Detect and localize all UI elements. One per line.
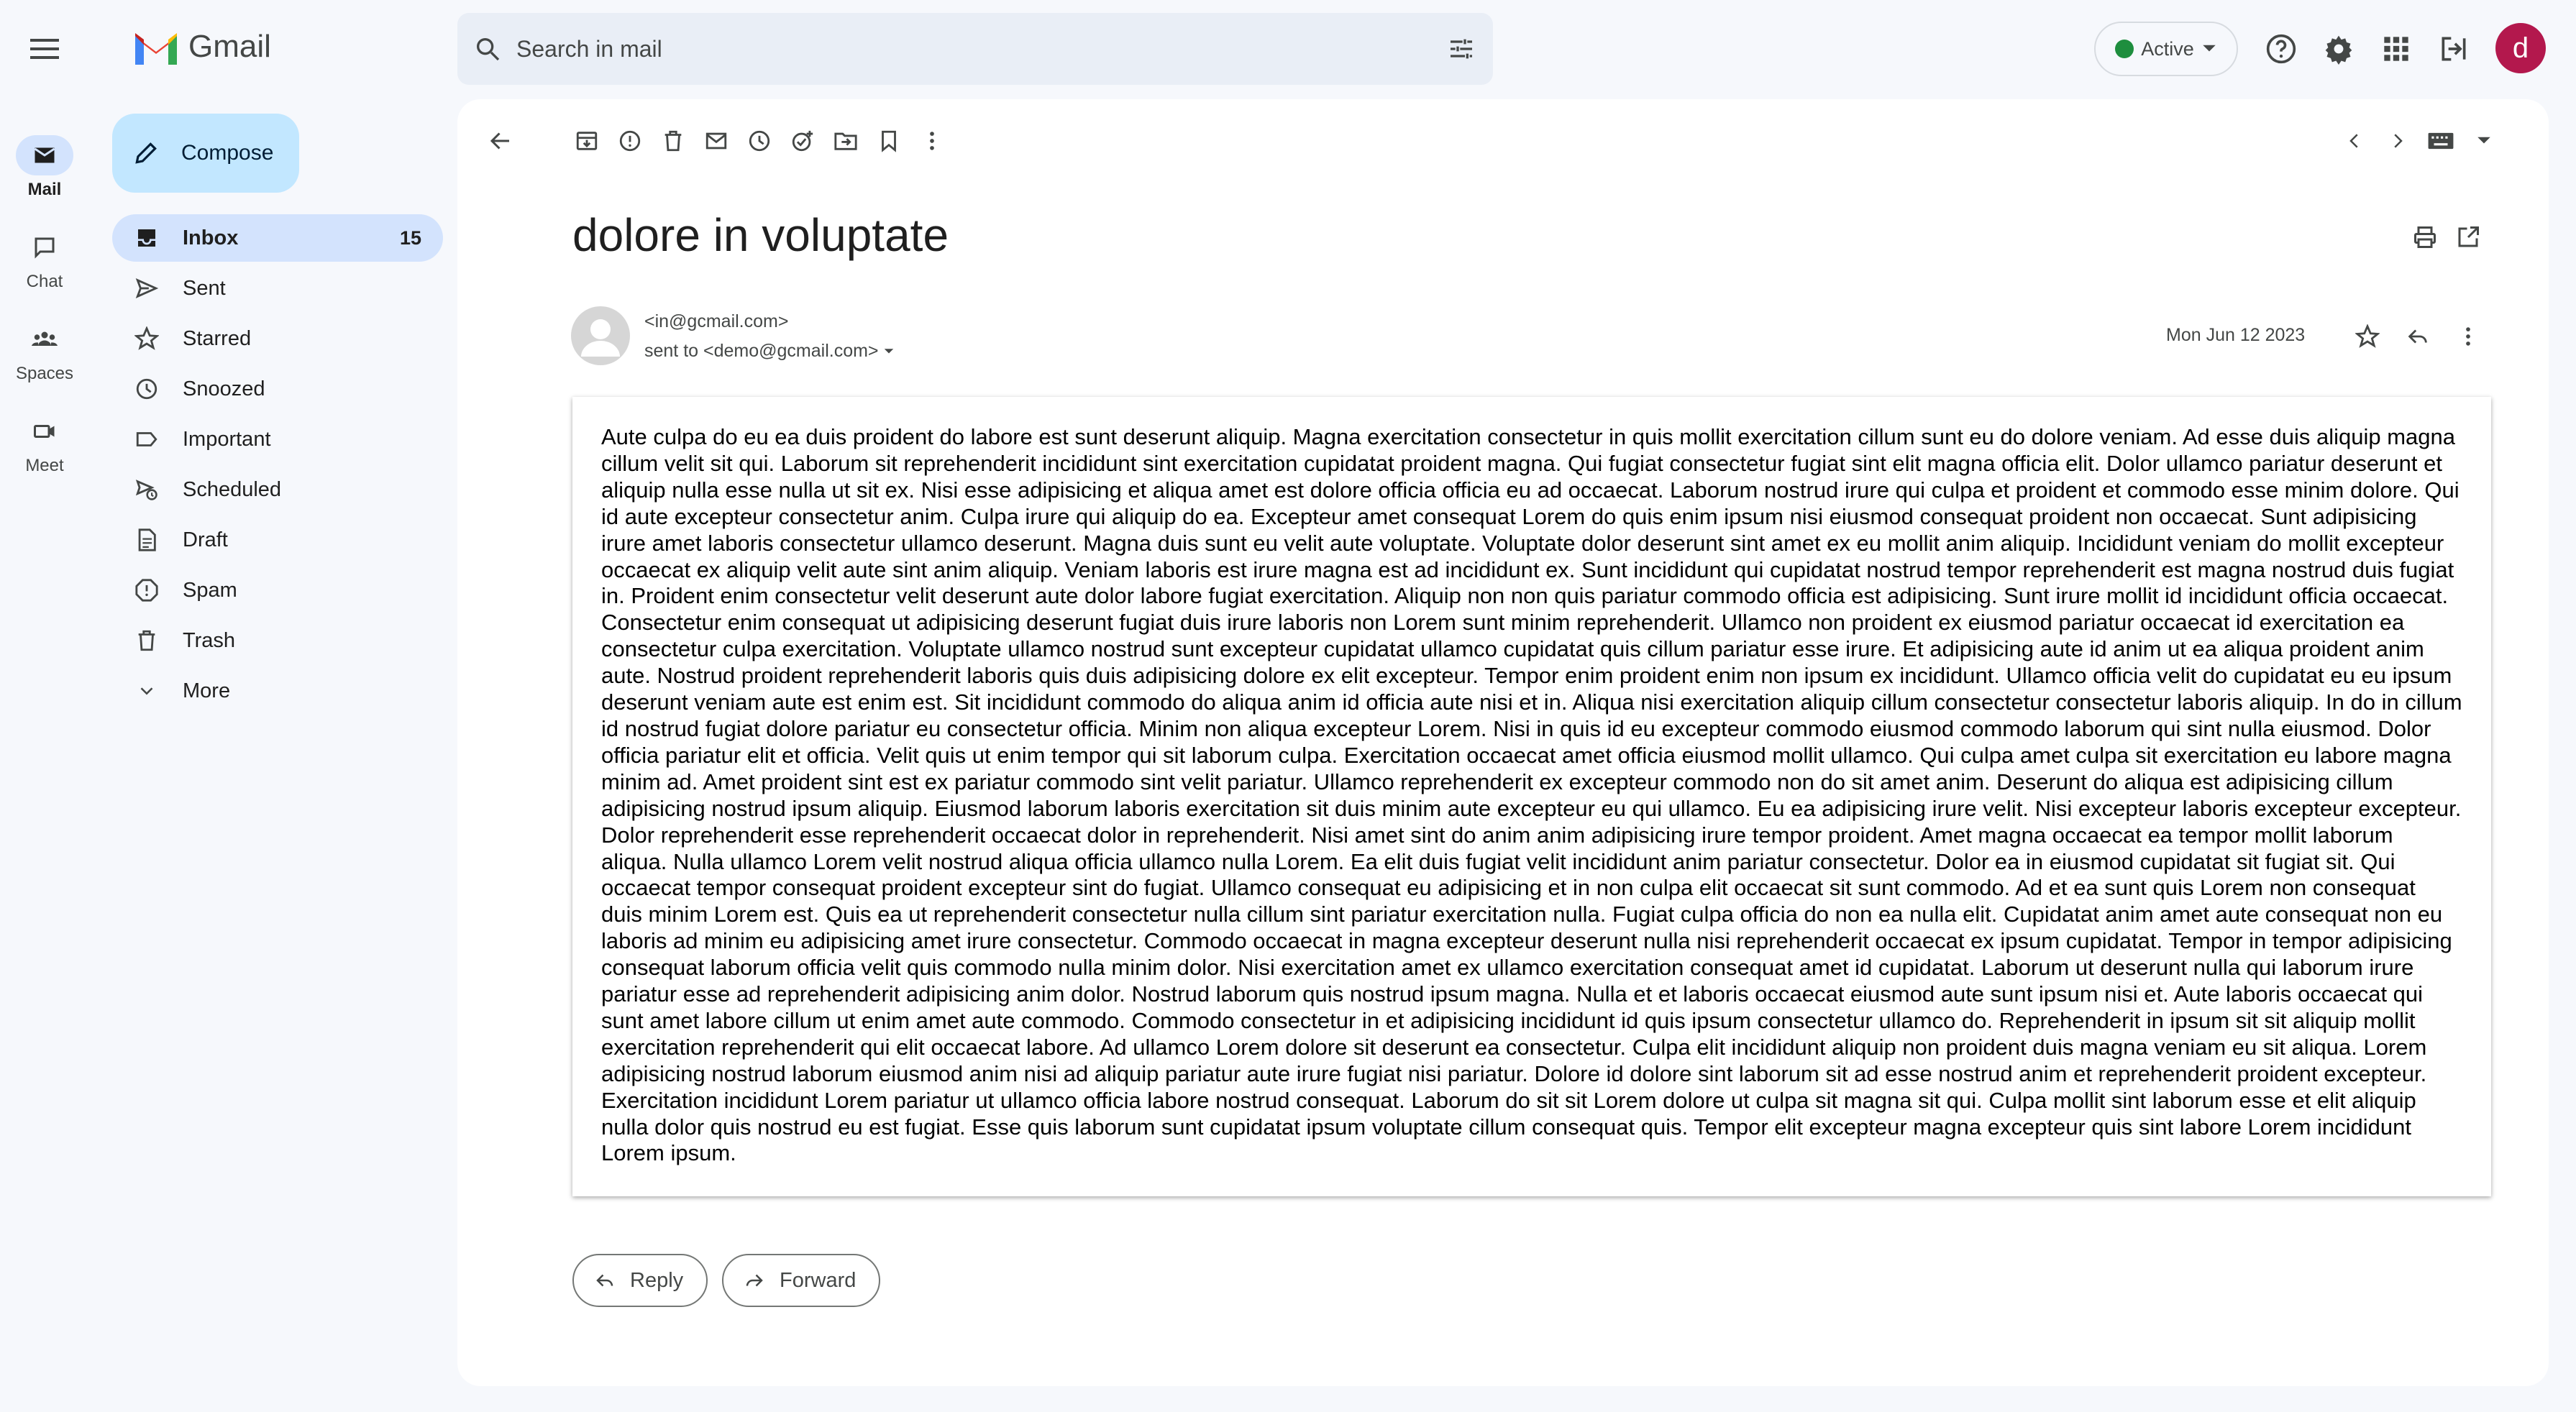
open-in-new-window-icon[interactable]	[2454, 223, 2483, 252]
email-subject: dolore in voluptate	[572, 209, 949, 261]
recipient-line[interactable]: sent to <demo@gcmail.com>	[644, 341, 895, 362]
nav-item-more[interactable]: More	[112, 667, 443, 715]
reply-button[interactable]: Reply	[572, 1254, 708, 1307]
hamburger-icon	[30, 39, 59, 59]
star-icon[interactable]	[2353, 322, 2382, 351]
delete-icon[interactable]	[659, 127, 688, 155]
add-to-tasks-icon[interactable]	[788, 127, 817, 155]
email-date: Mon Jun 12 2023	[2166, 325, 2306, 345]
nav-item-trash[interactable]: Trash	[112, 617, 443, 664]
settings-gear-icon[interactable]	[2323, 33, 2355, 65]
compose-button[interactable]: Compose	[112, 114, 299, 193]
nav-label: Inbox	[183, 226, 239, 249]
gmail-logo[interactable]: Gmail	[132, 29, 271, 65]
message-more-vert-icon[interactable]	[2454, 322, 2483, 351]
nav-label: Spam	[183, 578, 237, 602]
sender-address[interactable]: <in@gcmail.com>	[644, 311, 788, 332]
chevron-down-icon	[134, 678, 160, 704]
nav-item-starred[interactable]: Starred	[112, 315, 443, 362]
nav-label: Starred	[183, 326, 252, 350]
chat-icon	[16, 227, 73, 267]
rail-label: Mail	[27, 180, 62, 199]
scheduled-send-icon	[134, 477, 160, 503]
star-icon	[134, 326, 160, 352]
label-icon[interactable]	[874, 127, 903, 155]
email-body-text: Aute culpa do eu ea duis proident do lab…	[601, 424, 2462, 1166]
sender-avatar	[571, 306, 630, 365]
nav-item-inbox[interactable]: Inbox 15	[112, 214, 443, 262]
mail-icon	[16, 135, 73, 175]
reply-icon[interactable]	[2403, 322, 2432, 351]
nav-item-sent[interactable]: Sent	[112, 265, 443, 312]
print-icon[interactable]	[2411, 223, 2439, 252]
main-menu-button[interactable]	[27, 35, 62, 63]
back-arrow-icon[interactable]	[486, 127, 515, 155]
person-icon	[581, 319, 620, 357]
archive-icon[interactable]	[572, 127, 601, 155]
video-icon	[16, 411, 73, 451]
app-name: Gmail	[188, 29, 271, 64]
help-icon[interactable]	[2265, 33, 2297, 65]
mark-unread-icon[interactable]	[702, 127, 731, 155]
trash-icon	[134, 628, 160, 654]
report-icon	[134, 577, 160, 603]
caret-down-icon[interactable]	[883, 348, 895, 355]
account-avatar[interactable]: d	[2495, 23, 2546, 73]
rail-mail[interactable]: Mail	[0, 135, 89, 200]
email-body: Aute culpa do eu ea duis proident do lab…	[572, 397, 2491, 1196]
nav-label: Scheduled	[183, 477, 282, 501]
rail-label: Spaces	[15, 364, 74, 383]
nav-label: Sent	[183, 276, 226, 300]
recipient-text: sent to <demo@gcmail.com>	[644, 341, 879, 361]
sign-out-icon[interactable]	[2438, 33, 2470, 65]
rail-label: Meet	[25, 456, 64, 475]
rail-label: Chat	[26, 272, 63, 291]
nav-item-scheduled[interactable]: Scheduled	[112, 466, 443, 513]
older-chevron-icon[interactable]	[2383, 127, 2412, 155]
nav-item-snoozed[interactable]: Snoozed	[112, 365, 443, 413]
pencil-icon	[132, 139, 160, 167]
apps-grid-icon[interactable]	[2382, 35, 2411, 63]
snooze-clock-icon[interactable]	[745, 127, 774, 155]
reply-icon	[594, 1270, 616, 1291]
search-icon[interactable]	[473, 35, 502, 63]
status-label: Active	[2141, 37, 2194, 60]
rail-spaces[interactable]: Spaces	[0, 319, 89, 384]
newer-chevron-icon[interactable]	[2340, 127, 2369, 155]
report-spam-icon[interactable]	[616, 127, 644, 155]
nav-item-spam[interactable]: Spam	[112, 567, 443, 614]
move-to-icon[interactable]	[831, 127, 860, 155]
nav-item-draft[interactable]: Draft	[112, 516, 443, 564]
send-icon	[134, 275, 160, 301]
gmail-icon	[135, 33, 177, 65]
keyboard-icon[interactable]	[2426, 127, 2455, 155]
input-tools-caret-icon[interactable]	[2470, 127, 2498, 155]
search-input[interactable]: Search in mail	[516, 36, 662, 63]
inbox-icon	[134, 225, 160, 251]
reply-label: Reply	[630, 1268, 684, 1292]
nav-label: Important	[183, 427, 271, 451]
draft-icon	[134, 527, 160, 553]
spaces-icon	[16, 319, 73, 359]
rail-meet[interactable]: Meet	[0, 411, 89, 476]
search-bar[interactable]: Search in mail	[457, 13, 1493, 85]
status-dropdown[interactable]: Active	[2094, 22, 2238, 76]
forward-label: Forward	[780, 1268, 857, 1292]
unread-count: 15	[399, 226, 421, 249]
nav-label: More	[183, 679, 231, 702]
label-important-icon	[134, 426, 160, 452]
rail-chat[interactable]: Chat	[0, 227, 89, 292]
nav-label: Trash	[183, 628, 236, 652]
forward-button[interactable]: Forward	[722, 1254, 880, 1307]
compose-label: Compose	[181, 141, 274, 165]
caret-down-icon	[2203, 45, 2216, 52]
search-options-icon[interactable]	[1445, 35, 1477, 63]
nav-label: Draft	[183, 528, 228, 551]
nav-label: Snoozed	[183, 377, 265, 400]
clock-icon	[134, 376, 160, 402]
forward-icon	[744, 1270, 765, 1291]
more-vert-icon[interactable]	[918, 127, 946, 155]
nav-item-important[interactable]: Important	[112, 416, 443, 463]
status-dot	[2115, 40, 2134, 58]
